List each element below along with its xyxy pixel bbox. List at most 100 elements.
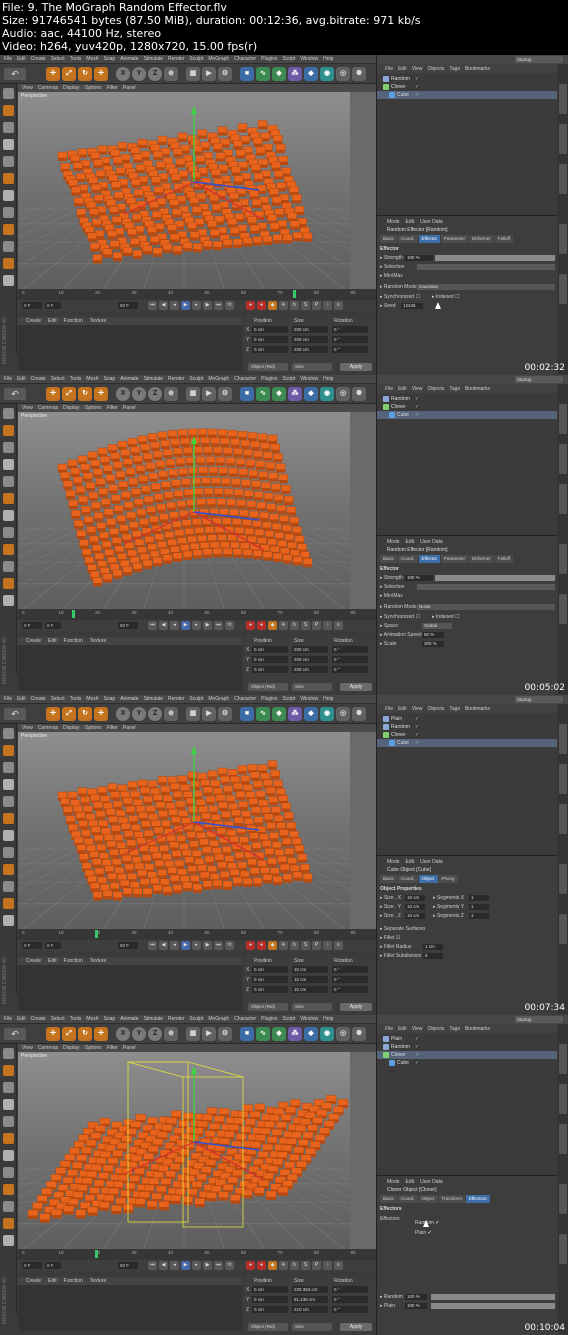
rotation-field[interactable]: 0 ° xyxy=(332,326,368,333)
tool-icon[interactable] xyxy=(3,915,14,926)
frame-end-field[interactable]: 90 F xyxy=(118,942,138,949)
scene-icon[interactable]: ◉ xyxy=(320,67,334,81)
material-menu-texture[interactable]: Texture xyxy=(90,318,106,324)
menu-item-help[interactable]: Help xyxy=(323,1016,333,1022)
nurbs-icon[interactable]: ◈ xyxy=(272,707,286,721)
keyframe-icon[interactable]: ◆ xyxy=(268,301,277,310)
menu-item-window[interactable]: Window xyxy=(300,696,318,702)
select-icon[interactable]: ✛ xyxy=(94,1027,108,1041)
viewport-menu-view[interactable]: View xyxy=(22,85,33,91)
render-settings-icon[interactable]: ⚙ xyxy=(218,387,232,401)
menu-item-tools[interactable]: Tools xyxy=(70,1016,82,1022)
tool-icon[interactable] xyxy=(3,1167,14,1178)
tool-icon[interactable] xyxy=(3,1235,14,1246)
effector-list-item[interactable]: Plain ✔ xyxy=(415,1230,432,1236)
light-icon[interactable]: ✺ xyxy=(352,707,366,721)
viewport-menu-panel[interactable]: Panel xyxy=(123,725,136,731)
object-menu-view[interactable]: View xyxy=(412,1026,423,1032)
attr-tab-parameter[interactable]: Parameter xyxy=(440,555,468,563)
attr-tab-parameter[interactable]: Parameter xyxy=(440,235,468,243)
size-field[interactable]: 10 cm xyxy=(405,913,425,919)
rotation-field[interactable]: 0 ° xyxy=(332,656,368,663)
side-tab[interactable] xyxy=(559,84,567,114)
random-weight-slider[interactable] xyxy=(431,1294,555,1300)
play-icon[interactable]: ▶ xyxy=(181,1261,190,1270)
z-axis-icon[interactable]: Z xyxy=(148,1027,162,1041)
layout-select[interactable]: Startup xyxy=(515,1016,563,1023)
viewport-menu-cameras[interactable]: Cameras xyxy=(38,1045,58,1051)
object-menu-objects[interactable]: Objects xyxy=(427,706,444,712)
select-icon[interactable]: ✛ xyxy=(94,387,108,401)
tool-icon[interactable] xyxy=(3,1150,14,1161)
loop-icon[interactable]: ⟲ xyxy=(225,621,234,630)
scale-key-icon[interactable]: S xyxy=(301,621,310,630)
attr-menu-edit[interactable]: Edit xyxy=(406,859,415,865)
menu-item-render[interactable]: Render xyxy=(168,696,184,702)
side-tab[interactable] xyxy=(559,1184,567,1214)
object-menu-tags[interactable]: Tags xyxy=(449,66,460,72)
light-icon[interactable]: ✺ xyxy=(352,67,366,81)
cube-primitive-icon[interactable]: ■ xyxy=(240,67,254,81)
play-icon[interactable]: ▶ xyxy=(181,941,190,950)
object-row[interactable]: Plain ✓ xyxy=(377,1035,557,1043)
object-row[interactable]: Random ✓ xyxy=(377,1043,557,1051)
timeline-playhead[interactable] xyxy=(94,1250,98,1258)
attr-tab-falloff[interactable]: Falloff xyxy=(494,235,513,243)
rotation-field[interactable]: 0 ° xyxy=(332,646,368,653)
object-row[interactable]: Cloner ✓ xyxy=(377,83,557,91)
undo-button[interactable]: ↶ xyxy=(4,708,26,720)
tool-icon[interactable] xyxy=(3,493,14,504)
size-field[interactable]: 81.138 cm xyxy=(292,1296,328,1303)
side-tab[interactable] xyxy=(559,274,567,304)
timeline-playhead[interactable] xyxy=(94,930,98,938)
segments-field[interactable]: 1 xyxy=(469,895,489,901)
object-menu-objects[interactable]: Objects xyxy=(427,66,444,72)
viewport-scrollbar[interactable] xyxy=(350,1052,376,1249)
point-key-icon[interactable]: ⁘ xyxy=(323,941,332,950)
material-menu-function[interactable]: Function xyxy=(64,638,83,644)
menu-item-mograph[interactable]: MoGraph xyxy=(208,696,229,702)
menu-item-help[interactable]: Help xyxy=(323,696,333,702)
move-icon[interactable]: ✛ xyxy=(46,387,60,401)
play-icon[interactable]: ▶ xyxy=(181,621,190,630)
menu-item-create[interactable]: Create xyxy=(31,56,46,62)
frame-start-min-field[interactable]: 0 F xyxy=(45,942,61,949)
visibility-toggle-icon[interactable]: ✓ xyxy=(415,715,419,723)
tool-icon[interactable] xyxy=(3,561,14,572)
visibility-toggle-icon[interactable]: ✓ xyxy=(415,91,419,99)
loop-icon[interactable]: ⟲ xyxy=(225,301,234,310)
go-start-icon[interactable]: ⏮ xyxy=(148,621,157,630)
visibility-toggle-icon[interactable]: ✓ xyxy=(415,395,419,403)
attr-tab-object[interactable]: Object xyxy=(418,1195,438,1203)
tool-icon[interactable] xyxy=(3,595,14,606)
move-icon[interactable]: ✛ xyxy=(46,67,60,81)
tool-icon[interactable] xyxy=(3,275,14,286)
object-menu-file[interactable]: File xyxy=(385,386,393,392)
menu-item-simulate[interactable]: Simulate xyxy=(144,696,163,702)
attr-menu-mode[interactable]: Mode xyxy=(387,859,400,865)
layout-select[interactable]: Startup xyxy=(515,376,563,383)
material-menu-create[interactable]: Create xyxy=(26,318,41,324)
strength-field[interactable]: 100 % xyxy=(405,255,433,261)
material-menu-function[interactable]: Function xyxy=(64,1278,83,1284)
prev-key-icon[interactable]: ◀ xyxy=(159,301,168,310)
size-field[interactable]: 200 cm xyxy=(292,656,328,663)
side-tab[interactable] xyxy=(559,864,567,894)
motion-icon[interactable]: ✛ xyxy=(279,1261,288,1270)
menu-item-animate[interactable]: Animate xyxy=(120,376,138,382)
tool-icon[interactable] xyxy=(3,1116,14,1127)
menu-item-plugins[interactable]: Plugins xyxy=(261,1016,277,1022)
tool-icon[interactable] xyxy=(3,1133,14,1144)
visibility-toggle-icon[interactable]: ✓ xyxy=(415,739,419,747)
attr-tab-coord[interactable]: Coord. xyxy=(398,1195,418,1203)
object-menu-bookmarks[interactable]: Bookmarks xyxy=(465,1026,490,1032)
select-icon[interactable]: ✛ xyxy=(94,67,108,81)
deformer-icon[interactable]: ◆ xyxy=(304,387,318,401)
scene-icon[interactable]: ◉ xyxy=(320,387,334,401)
tool-icon[interactable] xyxy=(3,105,14,116)
position-field[interactable]: 0 cm xyxy=(252,656,288,663)
viewport-menu-panel[interactable]: Panel xyxy=(123,1045,136,1051)
position-field[interactable]: 0 cm xyxy=(252,326,288,333)
material-manager[interactable] xyxy=(18,325,242,371)
size-field[interactable]: 200 cm xyxy=(292,646,328,653)
